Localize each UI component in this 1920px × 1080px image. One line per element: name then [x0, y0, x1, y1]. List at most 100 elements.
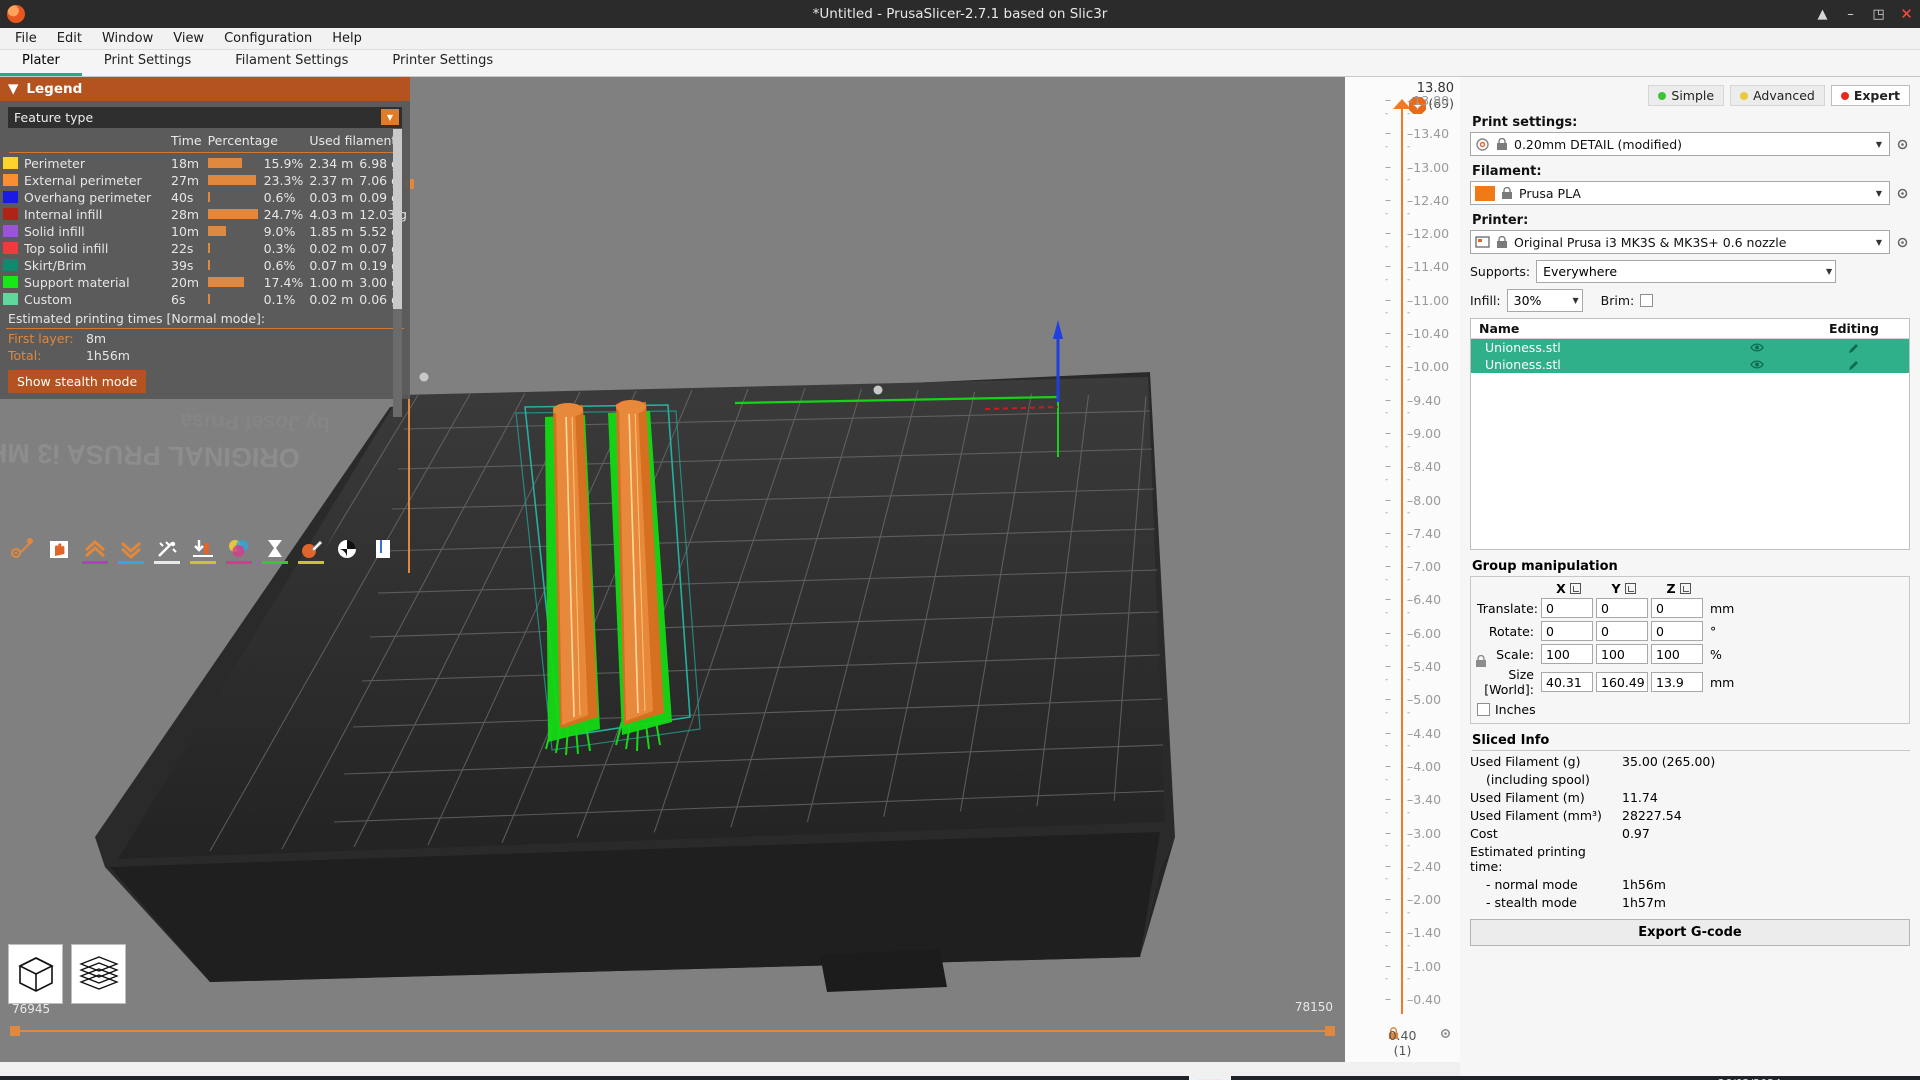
legend-row: Internal infill 28m 24.7% 4.03 m 12.03 g: [0, 206, 410, 223]
scale-y-input[interactable]: 100: [1596, 644, 1648, 664]
layer-slider-axis[interactable]: ✦ –13.80– - - –13.40– - - –13.00– - - –12.40– - - –1…: [1345, 93, 1460, 1020]
translate-y-input[interactable]: 0: [1596, 598, 1648, 618]
chevron-down-icon[interactable]: ▼: [1572, 296, 1578, 305]
chevron-down-icon[interactable]: ▼: [1871, 183, 1887, 203]
menu-configuration[interactable]: Configuration: [214, 29, 322, 48]
rotate-z-input[interactable]: 0: [1651, 621, 1703, 641]
eye-icon[interactable]: [1714, 359, 1799, 370]
menu-help[interactable]: Help: [322, 29, 372, 48]
tab-plater[interactable]: Plater: [0, 49, 82, 76]
3d-viewport[interactable]: by Josef Prusa ORIGINAL PRUSA i3 MK3 ▼ L…: [0, 77, 1345, 1062]
uniform-scale-lock-icon[interactable]: [1475, 655, 1487, 668]
object-list-row[interactable]: Unioness.stl: [1471, 356, 1909, 373]
rotate-y-input[interactable]: 0: [1596, 621, 1648, 641]
chevron-down-icon[interactable]: ▼: [1871, 232, 1887, 252]
menu-view[interactable]: View: [163, 29, 214, 48]
cut-icon[interactable]: [186, 532, 220, 566]
show-stealth-mode-button[interactable]: Show stealth mode: [8, 370, 147, 393]
layer-slider-column[interactable]: 13.80 (69) ✦ –13.80– - - –13.40– - - –13.00– - -…: [1345, 77, 1460, 1062]
tab-print-settings[interactable]: Print Settings: [82, 49, 213, 76]
size-x-input[interactable]: 40.31: [1541, 672, 1593, 692]
minimize-to-tray-icon[interactable]: ▲: [1815, 7, 1830, 22]
taskbar-item-thunar[interactable]: Pictures - Thunar: [889, 1076, 1029, 1080]
axis-z-reset-icon[interactable]: [1679, 583, 1691, 594]
legend-scrollbar[interactable]: [393, 129, 402, 417]
print-settings-label: Print settings:: [1472, 115, 1578, 130]
maximize-button[interactable]: ◳: [1871, 7, 1886, 22]
place-on-face-icon[interactable]: [150, 532, 184, 566]
object-list[interactable]: Name Editing Unioness.stl Unioness.stl: [1470, 318, 1910, 550]
move-hand-icon[interactable]: [42, 532, 76, 566]
layer-tick-label: –13.40: [1407, 126, 1450, 142]
right-settings-panel: Simple Advanced Expert Print settings: 0…: [1460, 77, 1920, 1080]
menu-window[interactable]: Window: [92, 29, 163, 48]
size-y-input[interactable]: 160.49: [1596, 672, 1648, 692]
printer-gear-icon[interactable]: [1895, 230, 1910, 254]
close-button[interactable]: ✕: [1899, 6, 1914, 22]
filament-gear-icon[interactable]: [1895, 181, 1910, 205]
arrange-icon[interactable]: [6, 532, 40, 566]
minimize-button[interactable]: –: [1843, 7, 1858, 22]
measure-icon[interactable]: [330, 532, 364, 566]
edit-icon[interactable]: [1799, 342, 1909, 354]
hslider-left-handle[interactable]: [10, 1026, 20, 1036]
taskbar-window-thumb-prusaslicer[interactable]: [1188, 1076, 1231, 1080]
fdm-support-icon[interactable]: [294, 532, 328, 566]
scale-x-input[interactable]: 100: [1541, 644, 1593, 664]
tab-printer-settings[interactable]: Printer Settings: [370, 49, 515, 76]
chevron-down-icon[interactable]: ▼: [1826, 267, 1832, 276]
mode-expert[interactable]: Expert: [1830, 85, 1910, 106]
size-z-input[interactable]: 13.9: [1651, 672, 1703, 692]
hslider-right-handle[interactable]: [1325, 1026, 1335, 1036]
edit-icon[interactable]: [1799, 359, 1909, 371]
filament-combo[interactable]: Prusa PLA ▼: [1470, 181, 1890, 205]
infill-select[interactable]: 30% ▼: [1506, 289, 1583, 312]
legend-header[interactable]: ▼ Legend: [0, 77, 410, 101]
3d-editor-view-icon[interactable]: [8, 944, 63, 1004]
tab-filament-settings[interactable]: Filament Settings: [213, 49, 370, 76]
mode-simple[interactable]: Simple: [1648, 85, 1725, 106]
taskbar-item-chrome[interactable]: Luis Abel Rodríguez de To...: [231, 1076, 433, 1080]
translate-x-input[interactable]: 0: [1541, 598, 1593, 618]
mode-advanced[interactable]: Advanced: [1730, 85, 1825, 106]
inches-checkbox[interactable]: [1477, 703, 1490, 716]
supports-select[interactable]: Everywhere ▼: [1536, 260, 1837, 283]
legend-view-type-select[interactable]: Feature type ▼: [8, 107, 402, 128]
rotate-icon[interactable]: [114, 532, 148, 566]
support-painting-icon[interactable]: [258, 532, 292, 566]
mode-selector[interactable]: Simple Advanced Expert: [1470, 85, 1910, 106]
translate-z-input[interactable]: 0: [1651, 598, 1703, 618]
view-mode-thumbnails[interactable]: [8, 944, 126, 1004]
print-settings-combo[interactable]: 0.20mm DETAIL (modified) ▼: [1470, 132, 1890, 156]
horizontal-move-slider[interactable]: 76945 78150: [10, 1000, 1335, 1040]
export-gcode-button[interactable]: Export G-code: [1470, 919, 1910, 946]
menu-edit[interactable]: Edit: [47, 29, 92, 48]
brim-checkbox[interactable]: [1640, 294, 1654, 307]
axis-y-reset-icon[interactable]: [1624, 583, 1636, 594]
printer-combo[interactable]: Original Prusa i3 MK3S & MK3S+ 0.6 nozzl…: [1470, 230, 1890, 254]
taskbar-item-prusaslicer[interactable]: *Untitled - PrusaSlicer-2.7...: [685, 1076, 889, 1080]
paint-seam-icon[interactable]: [222, 532, 256, 566]
chevron-down-icon[interactable]: ▼: [381, 109, 399, 125]
menu-file[interactable]: File: [5, 29, 47, 48]
rotate-x-input[interactable]: 0: [1541, 621, 1593, 641]
scale-icon[interactable]: [78, 532, 112, 566]
eye-icon[interactable]: [1714, 342, 1799, 353]
legend-collapse-caret-icon[interactable]: ▼: [8, 81, 18, 97]
sliced-info-row: Used Filament (g) 35.00 (265.00): [1470, 754, 1910, 769]
taskbar-item-vscode[interactable]: week05.html - Code - OSS: [36, 1076, 231, 1080]
taskbar-window-thumb-1[interactable]: [1149, 1076, 1189, 1080]
object-list-row[interactable]: Unioness.stl: [1471, 339, 1909, 356]
chevron-down-icon[interactable]: ▼: [1871, 134, 1887, 154]
taskbar-item-freecad[interactable]: FreeCAD 0.21.2: [434, 1076, 565, 1080]
preview-sliced-view-icon[interactable]: [71, 944, 126, 1004]
text-emboss-icon[interactable]: [366, 532, 400, 566]
gizmo-toolbar[interactable]: [6, 532, 400, 566]
axis-x-reset-icon[interactable]: [1569, 583, 1581, 594]
print-settings-gear-icon[interactable]: [1895, 132, 1910, 156]
window-controls[interactable]: ▲ – ◳ ✕: [1815, 6, 1914, 22]
scale-z-input[interactable]: 100: [1651, 644, 1703, 664]
group-manipulation-title: Group manipulation: [1472, 559, 1618, 574]
taskbar-start-icon[interactable]: [0, 1076, 35, 1080]
layer-tick-minor: -: [1407, 907, 1411, 918]
